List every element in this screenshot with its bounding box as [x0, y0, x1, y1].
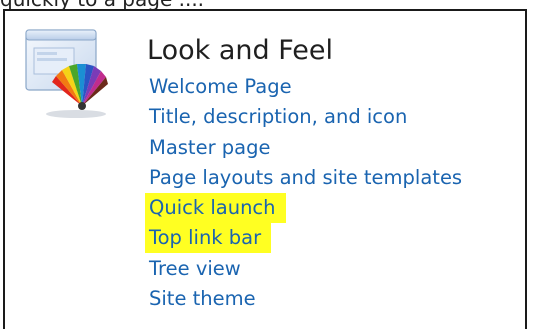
master-page-link[interactable]: Master page: [145, 135, 275, 161]
top-link-bar-link[interactable]: Top link bar: [145, 223, 272, 254]
link-welcome-page: Welcome Page: [145, 72, 466, 102]
quick-launch-link[interactable]: Quick launch: [145, 193, 286, 224]
link-tree-view: Tree view: [145, 254, 466, 284]
site-theme-link[interactable]: Site theme: [145, 286, 260, 312]
look-and-feel-links: Welcome Page Title, description, and ico…: [145, 72, 466, 314]
look-and-feel-panel: Look and Feel Welcome Page Title, descri…: [3, 9, 527, 329]
welcome-page-link[interactable]: Welcome Page: [145, 74, 296, 100]
link-quick-launch: Quick launch: [145, 193, 466, 224]
link-master-page: Master page: [145, 133, 466, 163]
link-page-layouts: Page layouts and site templates: [145, 163, 466, 193]
title-description-icon-link[interactable]: Title, description, and icon: [145, 104, 411, 130]
link-top-link-bar: Top link bar: [145, 223, 466, 254]
tree-view-link[interactable]: Tree view: [145, 256, 245, 282]
link-site-theme: Site theme: [145, 284, 466, 314]
section-title: Look and Feel: [147, 35, 333, 66]
page-layouts-link[interactable]: Page layouts and site templates: [145, 165, 466, 191]
palette-window-icon: [24, 28, 112, 120]
link-title-description-icon: Title, description, and icon: [145, 102, 466, 132]
